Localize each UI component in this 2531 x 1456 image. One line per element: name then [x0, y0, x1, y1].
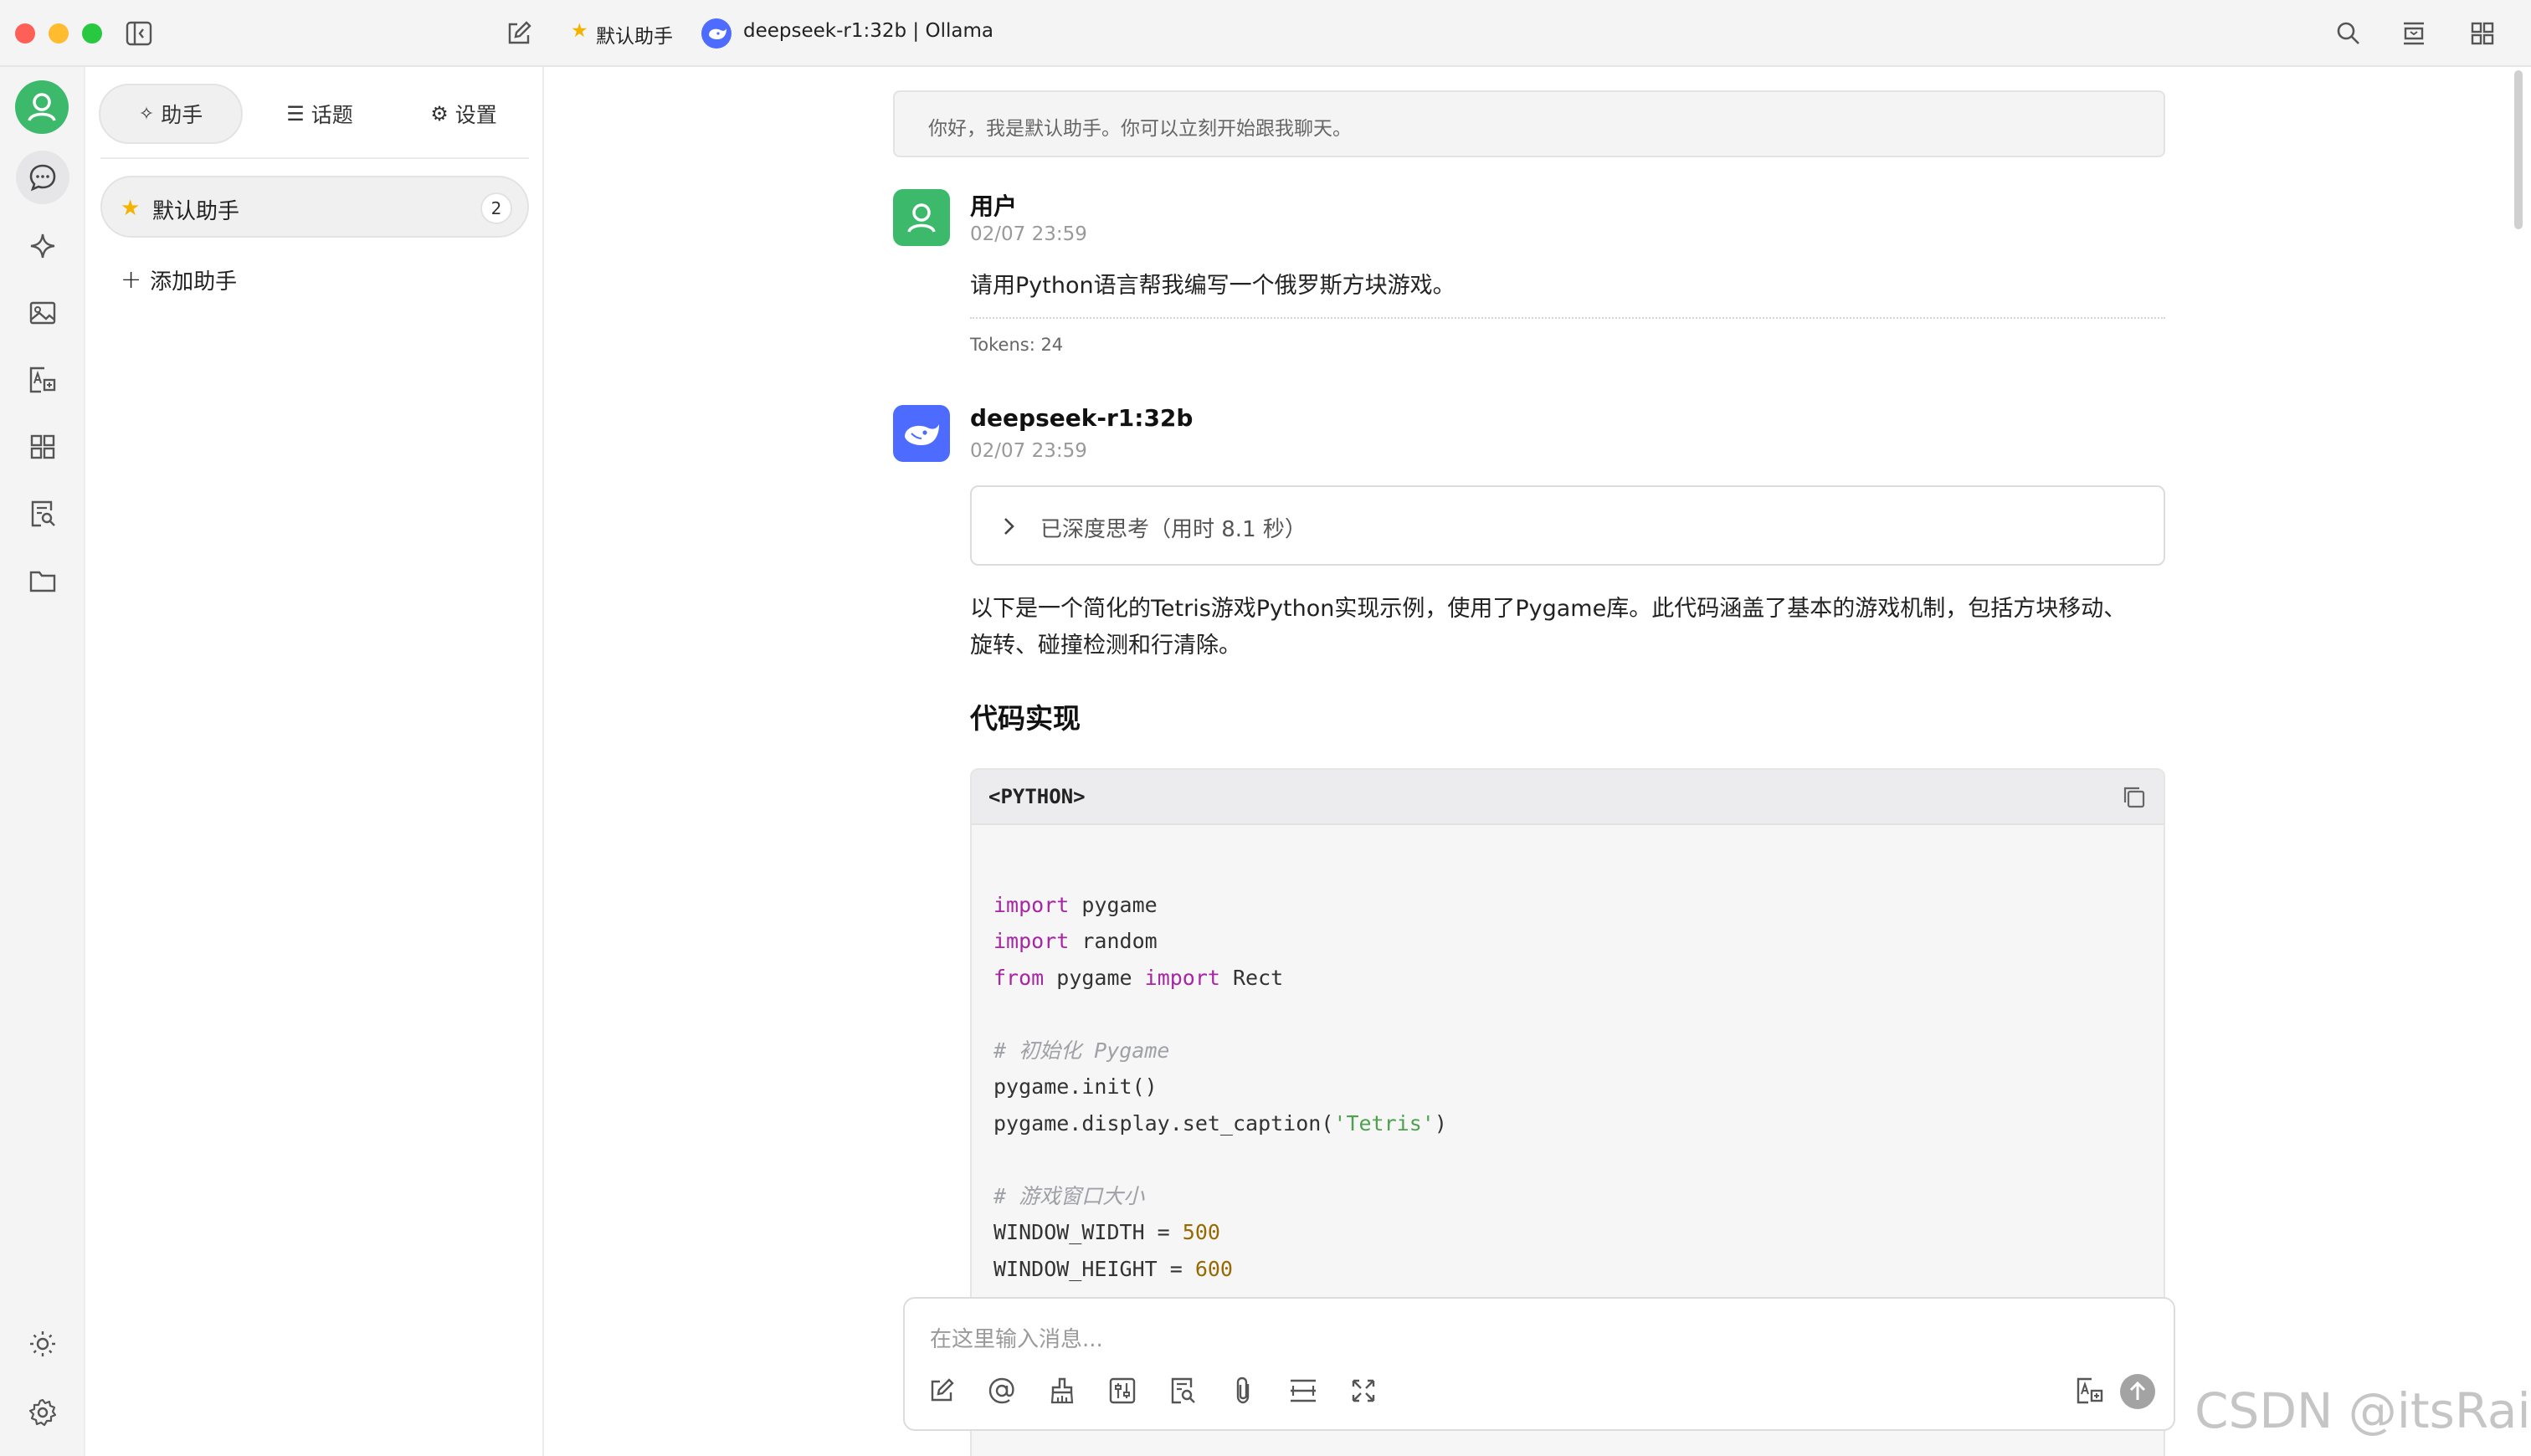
assistant-title: 默认助手: [596, 26, 673, 48]
tab-label: 设置: [454, 103, 497, 127]
deepseek-avatar-icon: [893, 405, 950, 462]
welcome-message: 你好，我是默认助手。你可以立刻开始跟我聊天。: [893, 90, 2165, 157]
model-title[interactable]: deepseek-r1:32b | Ollama: [743, 20, 993, 42]
translate-icon[interactable]: [2073, 1374, 2107, 1407]
code-line: WINDOW_HEIGHT = 600: [993, 1256, 1233, 1281]
star-icon: ★: [121, 196, 141, 221]
sparkle-icon: ✧: [138, 103, 155, 125]
user-message-text: 请用Python语言帮我编写一个俄罗斯方块游戏。: [970, 273, 1455, 299]
user-avatar: [893, 189, 950, 246]
clear-icon[interactable]: [1045, 1374, 1079, 1407]
sidebar-tabs: ✧ 助手 ☰ 话题 ⚙ 设置: [99, 84, 531, 144]
attachment-icon[interactable]: [1226, 1374, 1260, 1407]
code-line: import pygame: [993, 892, 1158, 917]
image-icon[interactable]: [16, 286, 69, 340]
new-topic-icon[interactable]: [502, 17, 536, 50]
apps-icon[interactable]: [16, 420, 69, 474]
answer-paragraph-line-2: 旋转、碰撞检测和行清除。: [970, 633, 1241, 659]
code-line: # 初始化 Pygame: [993, 1038, 1170, 1063]
toggle-sidebar-icon[interactable]: [122, 17, 156, 50]
add-assistant-button[interactable]: + 添加助手: [121, 263, 237, 296]
copy-icon[interactable]: [2118, 782, 2150, 813]
plus-icon: +: [121, 264, 142, 295]
zoom-window-button[interactable]: [82, 23, 102, 44]
user-message-time: 02/07 23:59: [970, 223, 1087, 245]
code-line: # 游戏窗口大小: [993, 1183, 1145, 1208]
fold-icon[interactable]: [2397, 17, 2431, 50]
code-line: WINDOW_WIDTH = 500: [993, 1220, 1220, 1244]
thinking-collapse[interactable]: 已深度思考（用时 8.1 秒）: [970, 485, 2165, 566]
section-heading: 代码实现: [970, 702, 1081, 735]
add-assistant-label: 添加助手: [150, 269, 238, 295]
tab-label: 助手: [161, 103, 203, 127]
code-line: import random: [993, 929, 1158, 953]
settings-sliders-icon[interactable]: [1106, 1374, 1139, 1407]
search-icon[interactable]: [2332, 17, 2365, 50]
scrollbar[interactable]: [2514, 70, 2523, 229]
send-button[interactable]: [2120, 1374, 2155, 1409]
message-input-box[interactable]: 在这里输入消息...: [903, 1297, 2175, 1431]
code-header: <PYTHON>: [972, 770, 2164, 825]
arrow-up-icon: [2129, 1381, 2146, 1400]
mention-icon[interactable]: [985, 1374, 1019, 1407]
assistant-name: 默认助手: [152, 199, 240, 224]
settings-gear-icon[interactable]: [16, 1386, 69, 1439]
theme-icon[interactable]: [16, 1317, 69, 1371]
tab-settings[interactable]: ⚙ 设置: [392, 84, 536, 144]
star-icon: ★: [571, 20, 588, 42]
token-count: Tokens: 24: [970, 335, 1064, 355]
divider: [100, 157, 529, 159]
thinking-label: 已深度思考（用时 8.1 秒）: [1040, 517, 1307, 542]
knowledge-search-icon[interactable]: [1166, 1374, 1199, 1407]
folder-icon[interactable]: [16, 554, 69, 608]
chevron-right-icon: [1004, 518, 1014, 535]
user-name: 用户: [970, 192, 1018, 220]
sparkle-icon[interactable]: [16, 219, 69, 273]
assistant-item-default[interactable]: ★ 默认助手 2: [100, 176, 529, 238]
minimize-window-button[interactable]: [49, 23, 69, 44]
tab-assistants[interactable]: ✧ 助手: [99, 84, 243, 144]
message-input[interactable]: 在这里输入消息...: [930, 1322, 1103, 1353]
divider-icon[interactable]: [1286, 1374, 1320, 1407]
code-line: pygame.display.set_caption('Tetris'): [993, 1110, 1447, 1136]
close-window-button[interactable]: [15, 23, 35, 44]
assistant-message-time: 02/07 23:59: [970, 440, 1087, 462]
new-topic-icon[interactable]: [925, 1374, 958, 1407]
list-icon: ☰: [286, 102, 305, 126]
gear-icon: ⚙: [430, 102, 449, 126]
title-bar: ★ 默认助手 deepseek-r1:32b | Ollama: [0, 0, 2531, 67]
assistant-sidebar: ✧ 助手 ☰ 话题 ⚙ 设置 ★ 默认助手 2 + 添加助手: [85, 67, 544, 1456]
code-language: <PYTHON>: [988, 785, 1086, 808]
icon-rail: [0, 67, 85, 1456]
assistant-name: deepseek-r1:32b: [970, 404, 1194, 432]
tab-topics[interactable]: ☰ 话题: [248, 84, 392, 144]
translate-icon[interactable]: [16, 353, 69, 407]
topic-count-badge: 2: [480, 192, 512, 224]
expand-icon[interactable]: [1347, 1374, 1380, 1407]
chat-icon[interactable]: [16, 151, 69, 204]
user-avatar[interactable]: [15, 80, 69, 134]
code-line: pygame.init(): [993, 1074, 1158, 1099]
chat-area: 你好，我是默认助手。你可以立刻开始跟我聊天。 用户 02/07 23:59 请用…: [546, 67, 2531, 1456]
tab-label: 话题: [311, 103, 353, 127]
message-divider: [970, 317, 2165, 319]
code-line: from pygame import Rect: [993, 965, 1284, 990]
grid-icon[interactable]: [2466, 17, 2499, 50]
answer-paragraph-line-1: 以下是一个简化的Tetris游戏Python实现示例，使用了Pygame库。此代…: [970, 596, 2127, 622]
watermark: CSDN @itsRain: [2195, 1382, 2531, 1439]
deepseek-logo-icon: [701, 18, 732, 49]
knowledge-search-icon[interactable]: [16, 487, 69, 541]
